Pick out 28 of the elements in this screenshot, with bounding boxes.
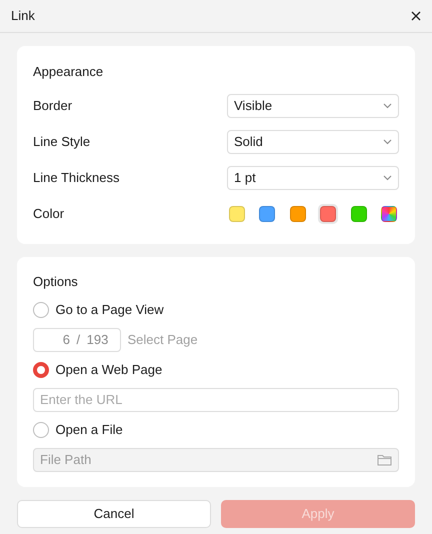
color-swatch[interactable]: [378, 204, 399, 224]
dropdown[interactable]: Visible: [227, 94, 399, 118]
color-swatch[interactable]: [318, 204, 338, 224]
color-swatch[interactable]: [348, 204, 369, 224]
field-label: Line Style: [33, 132, 90, 151]
field-label: Line Thickness: [33, 168, 120, 187]
option-label[interactable]: Open a Web Page: [56, 360, 162, 380]
section-heading: Appearance: [33, 63, 104, 81]
cancel-button[interactable]: Cancel: [17, 500, 211, 528]
url-field[interactable]: Enter the URL: [33, 388, 399, 412]
hint-text: Select Page: [128, 330, 198, 349]
chevron-down-icon: [383, 138, 392, 144]
dropdown[interactable]: Solid: [227, 130, 399, 154]
chevron-down-icon: [383, 102, 392, 108]
field-label: Border: [33, 96, 72, 115]
color-swatch[interactable]: [288, 204, 308, 224]
close-button[interactable]: [411, 11, 421, 21]
field-label: Color: [33, 204, 64, 223]
color-swatch[interactable]: [227, 204, 247, 224]
option-label[interactable]: Go to a Page View: [56, 300, 164, 320]
radio-button[interactable]: [33, 362, 49, 378]
section-heading: Options: [33, 272, 79, 290]
chevron-down-icon: [383, 174, 392, 180]
radio-button[interactable]: [33, 302, 49, 318]
file-path-field: File Path: [33, 448, 399, 472]
window-title: Link: [11, 7, 35, 26]
color-swatch[interactable]: [257, 204, 278, 224]
dropdown[interactable]: 1 pt: [227, 166, 399, 190]
